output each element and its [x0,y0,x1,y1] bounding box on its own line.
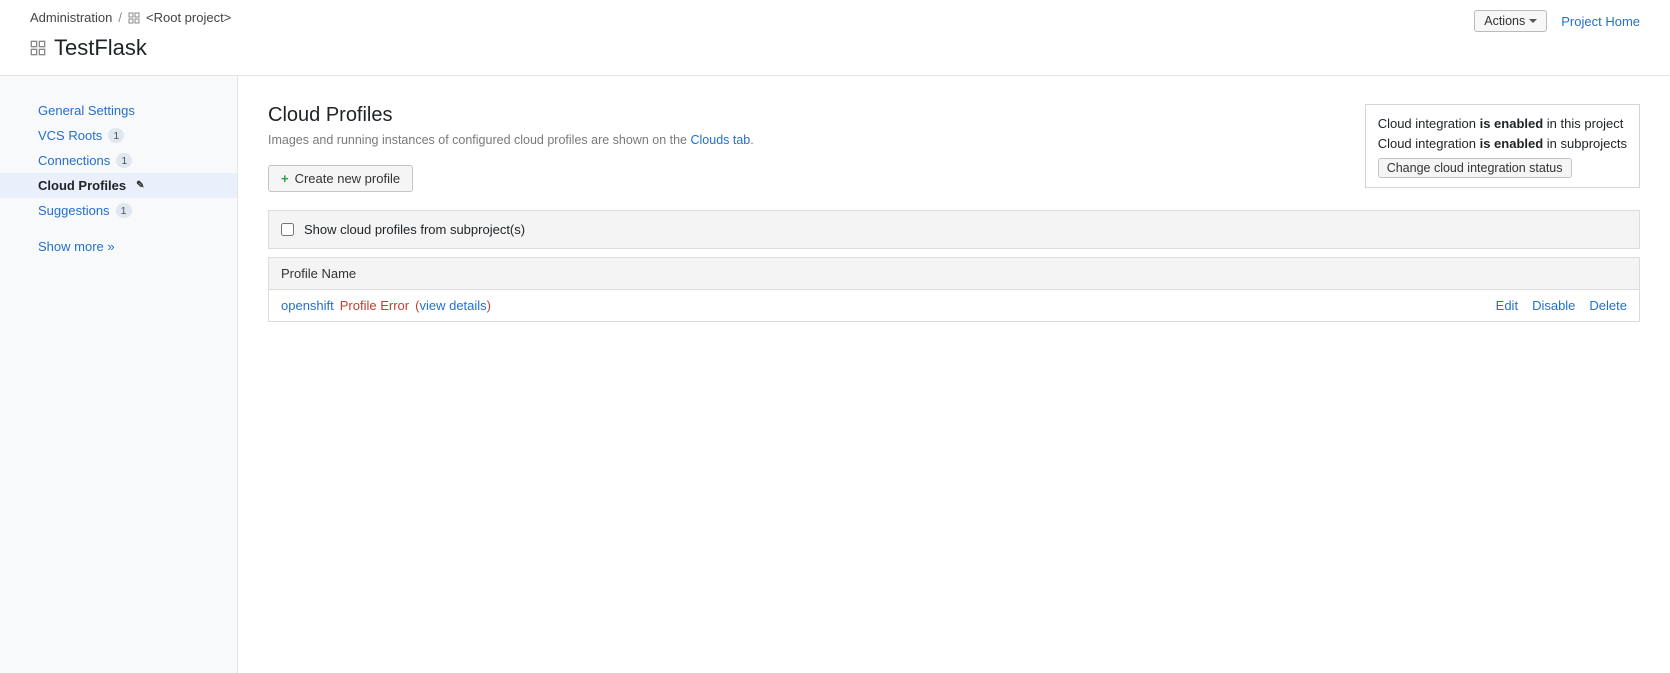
clouds-tab-link[interactable]: Clouds tab [691,133,751,147]
pencil-icon: ✎ [136,180,144,191]
header-actions: Actions Project Home [1474,10,1640,32]
project-icon [30,40,46,56]
plus-icon: + [281,171,289,186]
breadcrumb: Administration / <Root project> [30,10,1640,25]
subtext-prefix: Images and running instances of configur… [268,133,691,147]
breadcrumb-administration[interactable]: Administration [30,10,112,25]
actions-dropdown[interactable]: Actions [1474,10,1547,32]
status-bold: is enabled [1480,116,1544,131]
profile-name-link[interactable]: openshift [281,298,334,313]
show-subprojects-label[interactable]: Show cloud profiles from subproject(s) [304,222,525,237]
status-prefix: Cloud integration [1378,116,1480,131]
show-more-label: Show more » [38,239,115,254]
count-badge: 1 [116,153,132,168]
profiles-table: Profile Name openshift Profile Error (vi… [268,257,1640,322]
project-title-row: TestFlask [30,35,1640,61]
sidebar-item-suggestions[interactable]: Suggestions 1 [0,198,237,223]
sidebar-item-label: Suggestions [38,203,110,218]
row-left: openshift Profile Error (view details) [281,298,1496,313]
count-badge: 1 [116,203,132,218]
create-button-label: Create new profile [295,171,401,186]
table-row: openshift Profile Error (view details) E… [269,290,1639,321]
sidebar-item-label: VCS Roots [38,128,102,143]
status-line-subprojects: Cloud integration is enabled in subproje… [1378,134,1627,154]
row-actions: Edit Disable Delete [1496,298,1627,313]
profile-error-text: Profile Error [340,298,409,313]
sidebar-item-label: General Settings [38,103,135,118]
paren-close: ) [487,298,491,313]
cloud-integration-status-box: Cloud integration is enabled in this pro… [1365,104,1640,188]
show-subprojects-checkbox[interactable] [281,223,294,236]
sidebar-item-cloud-profiles[interactable]: Cloud Profiles ✎ [0,173,237,198]
project-home-link[interactable]: Project Home [1561,14,1640,29]
breadcrumb-separator: / [118,10,122,25]
sidebar-item-label: Connections [38,153,110,168]
sidebar: General Settings VCS Roots 1 Connections… [0,76,238,673]
count-badge: 1 [108,128,124,143]
actions-label: Actions [1484,14,1525,28]
delete-link[interactable]: Delete [1589,298,1627,313]
status-line-project: Cloud integration is enabled in this pro… [1378,114,1627,134]
sidebar-item-vcs-roots[interactable]: VCS Roots 1 [0,123,237,148]
header: Administration / <Root project> TestFlas… [0,0,1670,76]
subtext-suffix: . [750,133,753,147]
edit-link[interactable]: Edit [1496,298,1518,313]
layout: General Settings VCS Roots 1 Connections… [0,76,1670,673]
change-integration-status-button[interactable]: Change cloud integration status [1378,158,1572,178]
sidebar-item-label: Cloud Profiles [38,178,126,193]
page-title: TestFlask [54,35,147,61]
table-header-profile-name: Profile Name [269,258,1639,290]
project-grid-icon [128,12,140,24]
disable-link[interactable]: Disable [1532,298,1575,313]
sidebar-item-connections[interactable]: Connections 1 [0,148,237,173]
status-bold: is enabled [1480,136,1544,151]
breadcrumb-root-project[interactable]: <Root project> [146,10,231,25]
main-content: Cloud Profiles Images and running instan… [238,76,1670,673]
sidebar-show-more[interactable]: Show more » [0,229,237,259]
view-details-wrapper: (view details) [415,298,491,313]
caret-down-icon [1529,19,1537,23]
subprojects-filter-row: Show cloud profiles from subproject(s) [268,210,1640,249]
status-prefix: Cloud integration [1378,136,1480,151]
status-suffix: in subprojects [1543,136,1627,151]
view-details-link[interactable]: view details [419,298,486,313]
create-new-profile-button[interactable]: + Create new profile [268,165,413,192]
status-suffix: in this project [1543,116,1623,131]
sidebar-item-general-settings[interactable]: General Settings [0,98,237,123]
